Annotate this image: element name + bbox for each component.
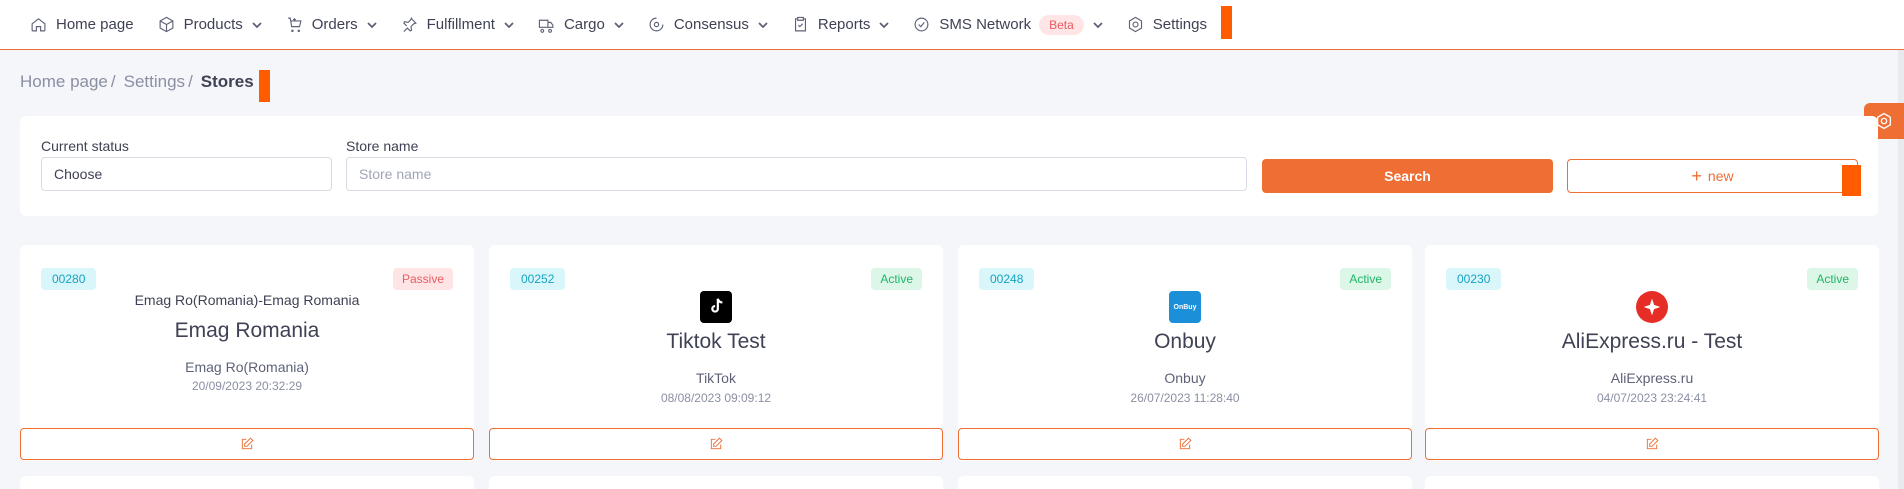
highlight-marker bbox=[1842, 165, 1861, 196]
truck-icon bbox=[538, 19, 554, 33]
breadcrumb-settings[interactable]: Settings bbox=[124, 72, 185, 92]
chevron-down-icon bbox=[758, 21, 768, 28]
edit-button[interactable] bbox=[489, 428, 943, 460]
store-title: AliExpress.ru - Test bbox=[1561, 330, 1743, 353]
breadcrumb-home[interactable]: Home page bbox=[20, 72, 108, 92]
store-card: 00252 Active Tiktok Test TikTok 08/08/20… bbox=[489, 245, 943, 461]
store-name-input[interactable]: Store name bbox=[346, 157, 1247, 191]
box-icon bbox=[159, 16, 174, 33]
nav-item-sms-network[interactable]: SMS Network Beta bbox=[913, 0, 1103, 50]
status-badge: Active bbox=[871, 268, 922, 290]
nav-label: Products bbox=[183, 16, 243, 33]
star-icon bbox=[1643, 298, 1661, 316]
store-card bbox=[489, 476, 943, 489]
onbuy-logo: OnBuy bbox=[1169, 291, 1201, 323]
store-platform: TikTok bbox=[696, 370, 736, 386]
gear-icon bbox=[1128, 16, 1142, 33]
store-platform: Emag Ro(Romania) bbox=[185, 359, 309, 375]
status-badge: Active bbox=[1340, 268, 1391, 290]
store-platform: Onbuy bbox=[1164, 370, 1206, 386]
store-card bbox=[958, 476, 1412, 489]
chevron-down-icon bbox=[504, 21, 514, 28]
nav-item-fulfillment[interactable]: Fulfillment bbox=[401, 0, 514, 50]
store-platform: AliExpress.ru bbox=[1610, 370, 1694, 386]
nav-label: Settings bbox=[1152, 16, 1207, 33]
breadcrumb-separator: / bbox=[188, 72, 193, 91]
nav-item-orders[interactable]: Orders bbox=[286, 0, 377, 50]
highlight-marker bbox=[1221, 6, 1232, 39]
store-card: 00230 Active AliExpress.ru - Test AliExp… bbox=[1425, 245, 1879, 461]
store-card bbox=[1425, 476, 1879, 489]
store-card: 00280 Passive Emag Ro(Romania)-Emag Roma… bbox=[20, 245, 474, 461]
store-logo-image: Emag Ro(Romania)-Emag Romania bbox=[134, 292, 360, 308]
edit-icon bbox=[710, 437, 723, 450]
status-badge: Passive bbox=[392, 268, 453, 290]
pin-icon bbox=[402, 17, 417, 32]
status-label: Current status bbox=[41, 138, 129, 154]
chevron-down-icon bbox=[252, 21, 262, 28]
edit-button[interactable] bbox=[20, 428, 474, 460]
nav-item-products[interactable]: Products bbox=[158, 0, 262, 50]
highlight-marker bbox=[259, 70, 270, 102]
breadcrumb: Home page / Settings / Stores bbox=[20, 72, 254, 92]
nav-label: Consensus bbox=[673, 16, 749, 33]
store-title: Emag Romania bbox=[174, 319, 320, 342]
nav-item-cargo[interactable]: Cargo bbox=[538, 0, 624, 50]
store-title: Onbuy bbox=[1154, 330, 1216, 353]
store-title: Tiktok Test bbox=[666, 330, 766, 353]
nav-label: Cargo bbox=[563, 16, 605, 33]
edit-icon bbox=[1179, 437, 1192, 450]
nav-label: Reports bbox=[817, 16, 871, 33]
top-navigation: Home page Products Orders Fulfillment Ca… bbox=[0, 0, 1904, 50]
chevron-down-icon bbox=[366, 21, 377, 28]
chevron-down-icon bbox=[1093, 21, 1103, 28]
store-id-badge: 00280 bbox=[41, 268, 97, 290]
add-new-label: new bbox=[1707, 168, 1734, 184]
aliexpress-logo bbox=[1636, 291, 1668, 323]
status-badge: Active bbox=[1807, 268, 1858, 290]
store-date: 26/07/2023 11:28:40 bbox=[1130, 391, 1240, 405]
plus-icon: + bbox=[1691, 166, 1702, 186]
orders-icon bbox=[287, 17, 302, 33]
edit-icon bbox=[1646, 437, 1659, 450]
nav-label: SMS Network bbox=[939, 16, 1032, 33]
store-date: 04/07/2023 23:24:41 bbox=[1596, 391, 1708, 405]
store-name-label: Store name bbox=[346, 138, 419, 154]
store-id-badge: 00230 bbox=[1446, 268, 1502, 290]
store-id-badge: 00252 bbox=[510, 268, 566, 290]
edit-button[interactable] bbox=[1425, 428, 1879, 460]
breadcrumb-separator: / bbox=[110, 72, 116, 91]
store-date: 08/08/2023 09:09:12 bbox=[660, 391, 772, 405]
store-id-badge: 00248 bbox=[979, 268, 1035, 290]
store-card: 00248 Active OnBuy Onbuy Onbuy 26/07/202… bbox=[958, 245, 1412, 461]
nav-label: Fulfillment bbox=[426, 16, 495, 33]
search-button[interactable]: Search bbox=[1262, 159, 1553, 193]
clipboard-icon bbox=[794, 16, 806, 32]
nav-label: Orders bbox=[311, 16, 358, 33]
consensus-icon bbox=[649, 17, 664, 32]
chevron-down-icon bbox=[614, 21, 624, 28]
onbuy-logo-text: OnBuy bbox=[1173, 303, 1197, 311]
beta-badge: Beta bbox=[1039, 14, 1084, 35]
status-select[interactable]: Choose bbox=[41, 157, 332, 191]
nav-item-consensus[interactable]: Consensus bbox=[648, 0, 768, 50]
store-card bbox=[20, 476, 474, 489]
edit-button[interactable] bbox=[958, 428, 1412, 460]
nav-item-reports[interactable]: Reports bbox=[792, 0, 890, 50]
store-date: 20/09/2023 20:32:29 bbox=[191, 379, 303, 393]
page-title: Stores bbox=[200, 72, 254, 91]
nav-item-settings[interactable]: Settings bbox=[1127, 0, 1207, 50]
nav-label: Home page bbox=[56, 16, 134, 33]
nav-item-home[interactable]: Home page bbox=[30, 0, 134, 50]
chevron-down-icon bbox=[879, 21, 890, 28]
check-circle-icon bbox=[914, 17, 929, 32]
home-icon bbox=[31, 18, 46, 32]
tiktok-icon bbox=[711, 298, 723, 313]
add-new-button[interactable]: + new bbox=[1567, 159, 1858, 193]
tiktok-logo bbox=[700, 291, 732, 323]
edit-icon bbox=[241, 437, 254, 450]
